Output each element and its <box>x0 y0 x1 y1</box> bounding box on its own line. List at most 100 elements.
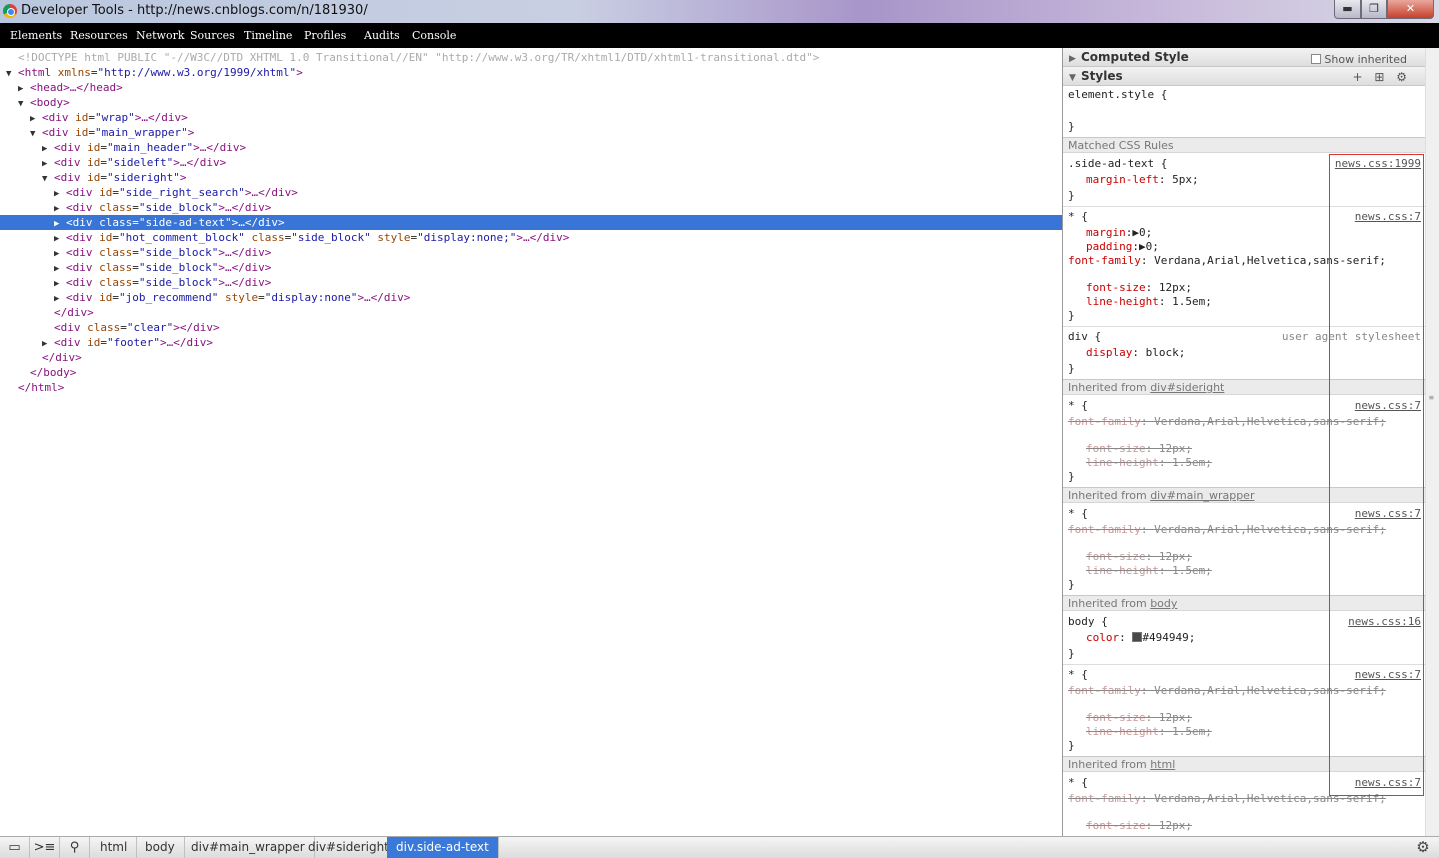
attr-value[interactable]: "http://www.w3.org/1999/xhtml" <box>98 66 297 79</box>
attr-name[interactable]: style <box>225 291 258 304</box>
attr-name[interactable]: class <box>99 201 132 214</box>
tab-audits[interactable]: Audits <box>364 29 400 42</box>
css-declaration[interactable]: font-size: 12px; <box>1086 281 1192 295</box>
attr-name[interactable]: id <box>99 186 112 199</box>
tab-timeline[interactable]: Timeline <box>244 29 292 42</box>
attr-name[interactable]: id <box>87 156 100 169</box>
dom-node[interactable]: ▶ <div id="footer">…</div> <box>0 335 1062 350</box>
attr-value[interactable]: "main_wrapper" <box>95 126 188 139</box>
inherited-link[interactable]: div#main_wrapper <box>1150 489 1254 502</box>
dom-node[interactable]: </div> <box>0 305 1062 320</box>
css-declaration[interactable]: font-family: Verdana,Arial,Helvetica,san… <box>1068 254 1386 268</box>
rule-selector[interactable]: div { <box>1068 330 1101 344</box>
dom-node[interactable]: ▼ <div id="main_wrapper"> <box>0 125 1062 140</box>
css-declaration[interactable]: font-family: Verdana,Arial,Helvetica,san… <box>1068 523 1386 537</box>
checkbox-icon[interactable] <box>1311 54 1322 64</box>
dom-node[interactable]: </body> <box>0 365 1062 380</box>
source-link[interactable]: news.css:7 <box>1355 668 1421 681</box>
css-declaration[interactable]: padding:▶0; <box>1086 240 1159 254</box>
attr-value[interactable]: "side_right_search" <box>119 186 245 199</box>
rule-selector[interactable]: .side-ad-text { <box>1068 157 1167 171</box>
css-declaration[interactable]: font-family: Verdana,Arial,Helvetica,san… <box>1068 415 1386 429</box>
source-link[interactable]: news.css:7 <box>1355 776 1421 789</box>
attr-name[interactable]: id <box>75 111 88 124</box>
attr-value[interactable]: "wrap" <box>95 111 135 124</box>
attr-value[interactable]: "display:none" <box>265 291 358 304</box>
dom-node[interactable]: ▼ <div id="sideright"> <box>0 170 1062 185</box>
search-icon[interactable]: ⚲ <box>60 837 90 858</box>
add-rule-icon[interactable]: + <box>1352 70 1362 84</box>
close-button[interactable]: ✕ <box>1387 0 1434 19</box>
sidebar-scrollbar[interactable]: ≡ <box>1425 48 1439 836</box>
tab-console[interactable]: Console <box>412 29 456 42</box>
tab-sources[interactable]: Sources <box>190 29 235 42</box>
css-declaration[interactable]: font-family: Verdana,Arial,Helvetica,san… <box>1068 684 1386 698</box>
attr-value[interactable]: "side_block" <box>291 231 370 244</box>
attr-value[interactable]: "display:none;" <box>417 231 516 244</box>
source-link[interactable]: news.css:7 <box>1355 399 1421 412</box>
attr-name[interactable]: class <box>99 276 132 289</box>
dom-node[interactable]: ▼ <html xmlns="http://www.w3.org/1999/xht… <box>0 65 1062 80</box>
breadcrumb-sideright[interactable]: div#sideright <box>299 837 399 858</box>
dom-node[interactable]: ▶ <head>…</head> <box>0 80 1062 95</box>
dom-node[interactable]: ▶ <div class="side_block">…</div> <box>0 260 1062 275</box>
attr-value[interactable]: "sideleft" <box>107 156 173 169</box>
elements-tree[interactable]: <!DOCTYPE html PUBLIC "-//W3C//DTD XHTML… <box>0 48 1062 836</box>
attr-name[interactable]: style <box>377 231 410 244</box>
rule-selector[interactable]: * { <box>1068 210 1088 224</box>
breadcrumb-html[interactable]: html <box>91 837 138 858</box>
dom-node[interactable]: </div> <box>0 350 1062 365</box>
attr-name[interactable]: id <box>87 336 100 349</box>
color-swatch[interactable] <box>1132 632 1143 642</box>
breadcrumb-side-ad-text[interactable]: div.side-ad-text <box>387 837 499 858</box>
attr-value[interactable]: "side_block" <box>139 246 218 259</box>
attr-value[interactable]: "side-ad-text" <box>139 216 232 229</box>
css-declaration[interactable]: font-size: 12px; <box>1086 711 1192 725</box>
tab-network[interactable]: Network <box>136 29 185 42</box>
attr-value[interactable]: "footer" <box>107 336 160 349</box>
attr-value[interactable]: "clear" <box>127 321 173 334</box>
attr-value[interactable]: "main_header" <box>107 141 193 154</box>
styles-header[interactable]: ▼ Styles + ⊞ ⚙ <box>1063 67 1425 86</box>
maximize-button[interactable]: ❐ <box>1361 0 1387 19</box>
dom-node[interactable]: ▶ <div id="hot_comment_block" class="side… <box>0 230 1062 245</box>
breadcrumb-body[interactable]: body <box>136 837 185 858</box>
dom-node[interactable]: </html> <box>0 380 1062 395</box>
tab-elements[interactable]: Elements <box>10 29 62 42</box>
attr-name[interactable]: class <box>99 216 132 229</box>
dom-node[interactable]: ▶ <div class="side_block">…</div> <box>0 275 1062 290</box>
css-declaration[interactable]: font-family: Verdana,Arial,Helvetica,san… <box>1068 792 1386 806</box>
css-declaration[interactable]: margin-left: 5px; <box>1086 173 1199 187</box>
rule-selector[interactable]: * { <box>1068 399 1088 413</box>
attr-name[interactable]: id <box>99 291 112 304</box>
dom-node[interactable]: ▶ <div class="side_block">…</div> <box>0 245 1062 260</box>
dom-node[interactable]: ▶ <div id="side_right_search">…</div> <box>0 185 1062 200</box>
scroll-grip-icon[interactable]: ≡ <box>1429 393 1437 402</box>
css-declaration[interactable]: display: block; <box>1086 346 1185 360</box>
attr-name[interactable]: xmlns <box>58 66 91 79</box>
attr-value[interactable]: "side_block" <box>139 201 218 214</box>
attr-value[interactable]: "hot_comment_block" <box>119 231 245 244</box>
source-link[interactable]: news.css:16 <box>1348 615 1421 628</box>
css-declaration[interactable]: line-height: 1.5em; <box>1086 564 1212 578</box>
attr-name[interactable]: class <box>87 321 120 334</box>
attr-value[interactable]: "job_recommend" <box>119 291 218 304</box>
element-state-icon[interactable]: ⊞ <box>1374 70 1384 84</box>
css-declaration[interactable]: line-height: 1.5em; <box>1086 725 1212 739</box>
minimize-button[interactable]: ▬ <box>1334 0 1361 19</box>
dom-node-selected[interactable]: ▶ <div class="side-ad-text">…</div> <box>0 215 1062 230</box>
dom-node[interactable]: ▶ <div id="wrap">…</div> <box>0 110 1062 125</box>
css-declaration[interactable]: color: #494949; <box>1086 631 1195 645</box>
dom-node[interactable]: <div class="clear"></div> <box>0 320 1062 335</box>
attr-value[interactable]: "sideright" <box>107 171 180 184</box>
attr-name[interactable]: id <box>99 231 112 244</box>
rule-selector[interactable]: * { <box>1068 668 1088 682</box>
attr-name[interactable]: class <box>251 231 284 244</box>
attr-value[interactable]: "side_block" <box>139 276 218 289</box>
dom-node[interactable]: ▶ <div id="main_header">…</div> <box>0 140 1062 155</box>
dom-node[interactable]: ▶ <div id="sideleft">…</div> <box>0 155 1062 170</box>
css-declaration[interactable]: line-height: 1.5em; <box>1086 295 1212 309</box>
css-declaration[interactable]: line-height: 1.5em; <box>1086 456 1212 470</box>
dom-node[interactable]: ▶ <div class="side_block">…</div> <box>0 200 1062 215</box>
attr-name[interactable]: id <box>75 126 88 139</box>
